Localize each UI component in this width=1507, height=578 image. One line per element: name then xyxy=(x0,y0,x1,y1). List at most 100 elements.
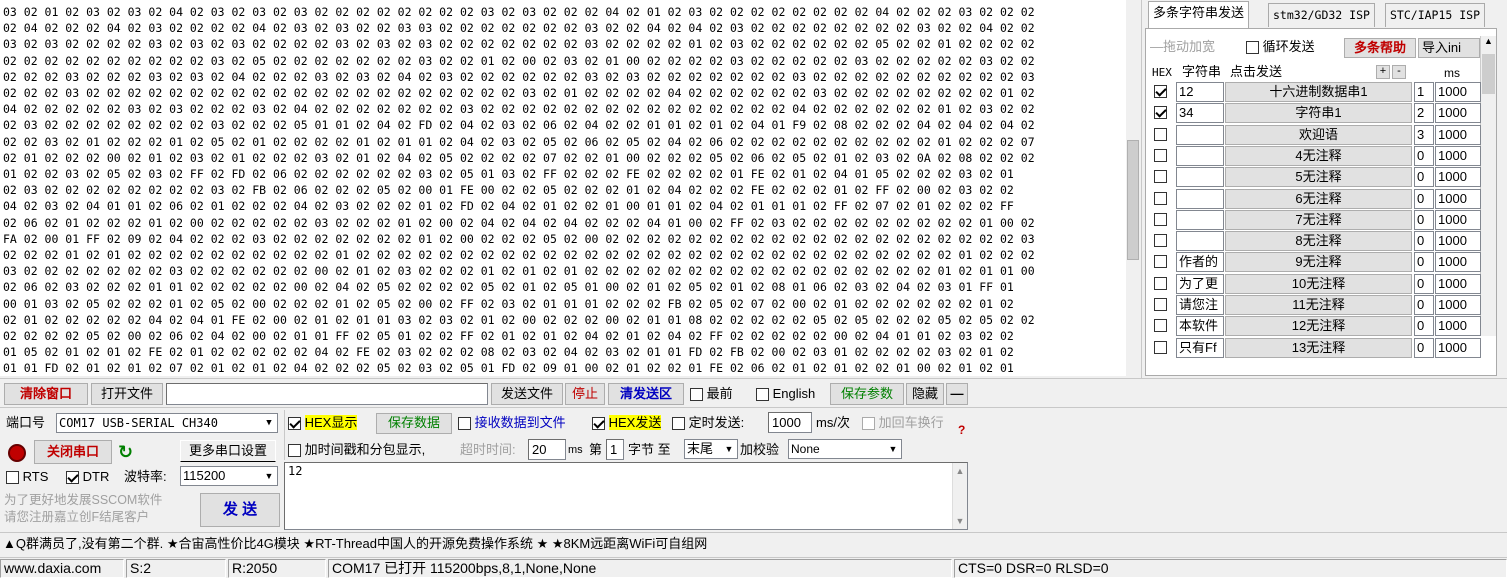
row-delay-input[interactable]: 1000 xyxy=(1435,145,1481,166)
tab-stm32-isp[interactable]: stm32/GD32 ISP xyxy=(1268,3,1375,27)
row-order-input[interactable]: 1 xyxy=(1414,82,1434,102)
row-string-input[interactable] xyxy=(1176,167,1224,188)
row-string-input[interactable] xyxy=(1176,145,1224,166)
row-send-button[interactable]: 12无注释 xyxy=(1225,316,1412,337)
row-delay-input[interactable]: 1000 xyxy=(1435,188,1481,209)
row-delay-input[interactable]: 1000 xyxy=(1435,167,1481,188)
row-string-input[interactable]: 为了更 xyxy=(1176,273,1224,294)
row-send-button[interactable]: 4无注释 xyxy=(1225,145,1412,166)
byte-start-input[interactable]: 1 xyxy=(606,439,624,460)
row-delay-input[interactable]: 1000 xyxy=(1435,316,1481,337)
row-order-input[interactable]: 0 xyxy=(1414,188,1434,209)
timed-send-checkbox[interactable]: 定时发送: xyxy=(672,414,744,432)
row-order-input[interactable]: 2 xyxy=(1414,103,1434,124)
recv-to-file-checkbox[interactable]: 接收数据到文件 xyxy=(458,414,566,432)
row-hex-checkbox[interactable] xyxy=(1154,106,1167,120)
row-hex-checkbox[interactable] xyxy=(1154,212,1167,226)
row-order-input[interactable]: 0 xyxy=(1414,316,1434,337)
row-delay-input[interactable]: 1000 xyxy=(1435,273,1481,294)
status-website[interactable]: www.daxia.com xyxy=(0,559,124,578)
row-send-button[interactable]: 5无注释 xyxy=(1225,167,1412,188)
row-string-input[interactable]: 本软件 xyxy=(1176,316,1224,337)
row-order-input[interactable]: 0 xyxy=(1414,209,1434,230)
clear-send-button[interactable]: 清发送区 xyxy=(608,383,684,405)
row-hex-checkbox[interactable] xyxy=(1154,319,1167,333)
row-send-button[interactable]: 10无注释 xyxy=(1225,273,1412,294)
row-string-input[interactable]: 作者的 xyxy=(1176,252,1224,273)
refresh-icon[interactable]: ↻ xyxy=(118,442,138,462)
row-order-input[interactable]: 0 xyxy=(1414,337,1434,358)
row-delay-input[interactable]: 1000 xyxy=(1435,209,1481,230)
row-hex-checkbox[interactable] xyxy=(1154,191,1167,205)
hide-button[interactable]: 隐藏 xyxy=(906,383,944,405)
row-order-input[interactable]: 3 xyxy=(1414,124,1434,145)
row-string-input[interactable]: 请您注 xyxy=(1176,295,1224,315)
row-order-input[interactable]: 0 xyxy=(1414,252,1434,273)
row-send-button[interactable]: 6无注释 xyxy=(1225,188,1412,209)
row-string-input[interactable] xyxy=(1176,231,1224,252)
end-select[interactable]: 末尾 ▼ xyxy=(684,439,738,459)
topmost-checkbox[interactable]: 最前 xyxy=(690,385,733,403)
row-send-button[interactable]: 欢迎语 xyxy=(1225,124,1412,145)
row-send-button[interactable]: 8无注释 xyxy=(1225,231,1412,252)
receive-area[interactable]: 03 02 01 02 03 02 03 02 04 02 03 02 03 0… xyxy=(0,0,1127,376)
dtr-checkbox[interactable]: DTR xyxy=(66,468,109,486)
row-string-input[interactable]: 34 xyxy=(1176,103,1224,124)
row-hex-checkbox[interactable] xyxy=(1154,276,1167,290)
send-button[interactable]: 发 送 xyxy=(200,493,280,527)
hex-send-checkbox[interactable]: HEX发送 xyxy=(592,414,662,432)
row-hex-checkbox[interactable] xyxy=(1154,298,1167,311)
timed-interval-input[interactable]: 1000 xyxy=(768,412,812,433)
row-send-button[interactable]: 13无注释 xyxy=(1225,337,1412,358)
close-port-button[interactable]: 关闭串口 xyxy=(34,440,112,464)
tab-multi-string[interactable]: 多条字符串发送 xyxy=(1148,1,1250,28)
remove-row-button[interactable]: - xyxy=(1392,65,1406,79)
row-order-input[interactable]: 0 xyxy=(1414,273,1434,294)
row-order-input[interactable]: 0 xyxy=(1414,145,1434,166)
timestamp-checkbox[interactable]: 加时间戳和分包显示, xyxy=(288,441,425,459)
open-file-button[interactable]: 打开文件 xyxy=(91,383,163,405)
row-delay-input[interactable]: 1000 xyxy=(1435,231,1481,252)
baud-select[interactable]: 115200 ▼ xyxy=(180,466,278,486)
row-string-input[interactable]: 12 xyxy=(1176,82,1224,102)
more-serial-settings-button[interactable]: 更多串口设置 xyxy=(180,440,276,462)
row-delay-input[interactable]: 1000 xyxy=(1435,337,1481,358)
row-delay-input[interactable]: 1000 xyxy=(1435,252,1481,273)
row-send-button[interactable]: 十六进制数据串1 xyxy=(1225,82,1412,102)
port-select[interactable]: COM17 USB-SERIAL CH340 ▼ xyxy=(56,413,278,433)
row-delay-input[interactable]: 1000 xyxy=(1435,295,1481,315)
row-string-input[interactable] xyxy=(1176,209,1224,230)
send-input[interactable]: 12 xyxy=(284,462,968,530)
row-hex-checkbox[interactable] xyxy=(1154,127,1167,141)
save-data-button[interactable]: 保存数据 xyxy=(376,413,452,434)
rts-checkbox[interactable]: RTS xyxy=(6,468,48,486)
row-hex-checkbox[interactable] xyxy=(1154,234,1167,248)
row-order-input[interactable]: 0 xyxy=(1414,167,1434,188)
stop-button[interactable]: 停止 xyxy=(565,383,605,405)
row-string-input[interactable]: 只有Ff xyxy=(1176,337,1224,358)
row-send-button[interactable]: 9无注释 xyxy=(1225,252,1412,273)
loop-send-checkbox[interactable]: 循环发送 xyxy=(1246,38,1315,56)
send-file-button[interactable]: 发送文件 xyxy=(491,383,563,405)
news-ticker[interactable]: ▲Q群满员了,没有第二个群. ★合宙高性价比4G模块 ★RT-Thread中国人… xyxy=(0,532,1507,556)
row-hex-checkbox[interactable] xyxy=(1154,148,1167,162)
timeout-input[interactable]: 20 xyxy=(528,439,566,460)
row-send-button[interactable]: 字符串1 xyxy=(1225,103,1412,124)
english-checkbox[interactable]: English xyxy=(756,385,815,403)
add-crlf-checkbox[interactable]: 加回车换行 xyxy=(862,414,944,432)
multi-help-button[interactable]: 多条帮助 xyxy=(1344,38,1416,58)
scroll-down-icon[interactable]: ▼ xyxy=(953,513,967,529)
row-send-button[interactable]: 7无注释 xyxy=(1225,209,1412,230)
hex-display-checkbox[interactable]: HEX显示 xyxy=(288,414,358,432)
add-row-button[interactable]: + xyxy=(1376,65,1390,79)
send-scrollbar[interactable]: ▲ ▼ xyxy=(952,463,967,529)
save-params-button[interactable]: 保存参数 xyxy=(830,383,904,405)
help-question-icon[interactable]: ? xyxy=(958,424,968,436)
minimize-panel-button[interactable]: — xyxy=(946,383,968,405)
import-ini-button[interactable]: 导入ini xyxy=(1418,38,1480,58)
row-delay-input[interactable]: 1000 xyxy=(1435,82,1481,102)
receive-scroll-thumb[interactable] xyxy=(1127,140,1139,260)
checksum-select[interactable]: None ▼ xyxy=(788,439,902,459)
file-path-input[interactable] xyxy=(166,383,488,405)
row-hex-checkbox[interactable] xyxy=(1154,340,1167,354)
